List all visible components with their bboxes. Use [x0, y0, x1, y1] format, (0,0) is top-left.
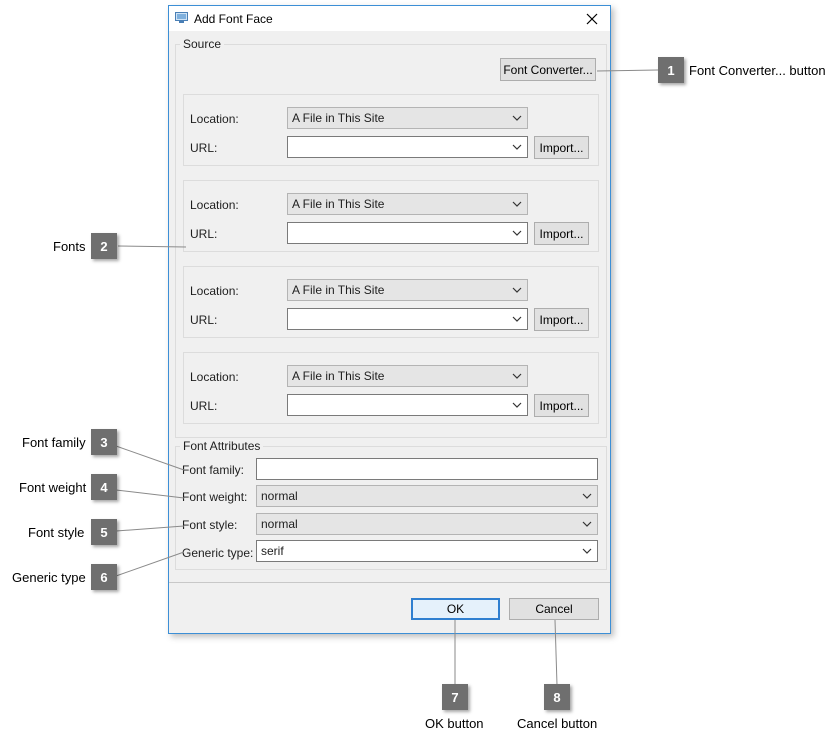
callout-label: Generic type	[12, 570, 86, 585]
callout-label: Font weight	[19, 480, 87, 495]
callout-label: Font family	[22, 435, 86, 450]
callout-badge: 1	[658, 57, 684, 83]
callout-badge: 4	[91, 474, 117, 500]
callout-badge: 3	[91, 429, 117, 455]
callout-badge: 5	[91, 519, 117, 545]
callout-label: Cancel button	[517, 716, 598, 731]
callout-label: Font Converter... button	[689, 63, 826, 78]
callout-label: Fonts	[53, 239, 86, 254]
callout-badge: 2	[91, 233, 117, 259]
callout-badge: 8	[544, 684, 570, 710]
callout-badge: 6	[91, 564, 117, 590]
callout-badge: 7	[442, 684, 468, 710]
callout-leader-lines	[115, 69, 659, 686]
callout-label: Font style	[28, 525, 85, 540]
callout-label: OK button	[425, 716, 484, 731]
